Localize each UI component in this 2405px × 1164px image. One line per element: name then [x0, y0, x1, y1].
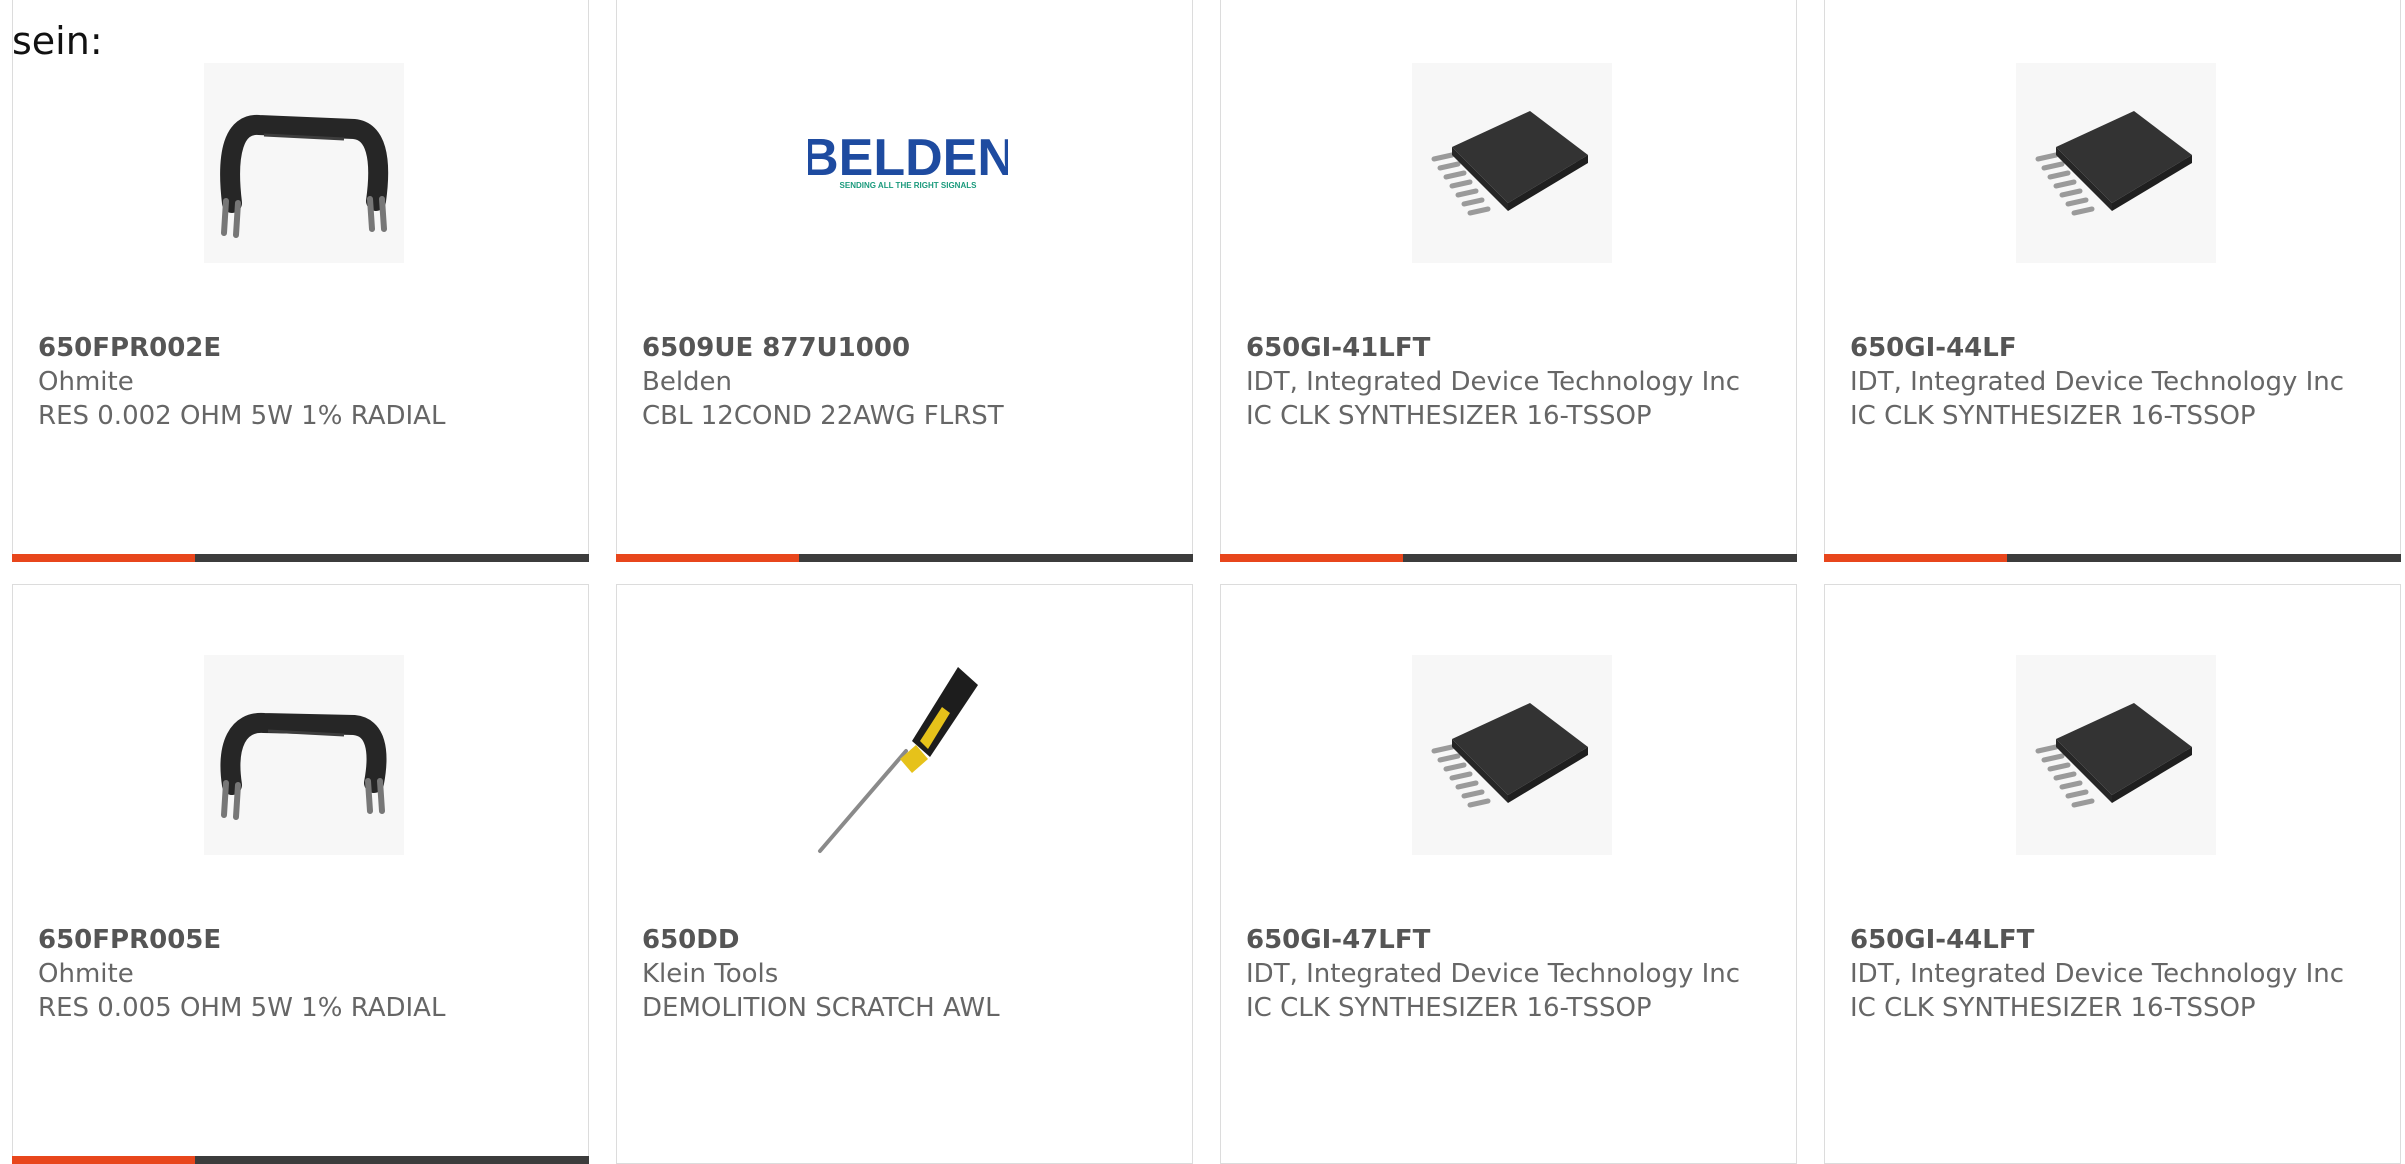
card-footer-accent [1220, 554, 1403, 562]
product-image-resistor[interactable] [204, 655, 404, 855]
product-info: 650GI-47LFT IDT, Integrated Device Techn… [1246, 923, 1786, 1025]
manufacturer: IDT, Integrated Device Technology Inc [1246, 959, 1741, 989]
product-info: 650DD Klein Tools DEMOLITION SCRATCH AWL [642, 923, 1182, 1025]
manufacturer: IDT, Integrated Device Technology Inc [1246, 367, 1741, 397]
description: CBL 12COND 22AWG FLRST [642, 401, 1004, 431]
card-footer-accent [1824, 554, 2007, 562]
description: RES 0.005 OHM 5W 1% RADIAL [38, 993, 446, 1023]
card-footer-bar [12, 554, 589, 562]
card-footer-accent [12, 1156, 195, 1164]
manufacturer: Klein Tools [642, 959, 779, 989]
manufacturer: IDT, Integrated Device Technology Inc [1850, 959, 2345, 989]
product-info: 650GI-44LFT IDT, Integrated Device Techn… [1850, 923, 2390, 1025]
product-card[interactable]: BELDEN SENDING ALL THE RIGHT SIGNALS 650… [616, 0, 1193, 562]
product-card[interactable]: 650DD Klein Tools DEMOLITION SCRATCH AWL [616, 584, 1193, 1164]
product-card[interactable]: 650GI-47LFT IDT, Integrated Device Techn… [1220, 584, 1797, 1164]
product-image-ic-chip[interactable] [2016, 63, 2216, 263]
part-number[interactable]: 650GI-41LFT [1246, 331, 1786, 365]
description: IC CLK SYNTHESIZER 16-TSSOP [1850, 401, 2256, 431]
product-info: 650FPR005E Ohmite RES 0.005 OHM 5W 1% RA… [38, 923, 578, 1025]
card-footer-bar [1824, 554, 2401, 562]
intro-text: sein: [12, 19, 103, 63]
product-image-scratch-awl[interactable] [808, 655, 1008, 855]
manufacturer: Ohmite [38, 367, 134, 397]
product-info: 650GI-44LF IDT, Integrated Device Techno… [1850, 331, 2390, 433]
product-info: 650FPR002E Ohmite RES 0.002 OHM 5W 1% RA… [38, 331, 578, 433]
product-image-ic-chip[interactable] [1412, 63, 1612, 263]
part-number[interactable]: 650GI-44LFT [1850, 923, 2390, 957]
description: IC CLK SYNTHESIZER 16-TSSOP [1246, 993, 1652, 1023]
card-footer-bar [616, 554, 1193, 562]
description: IC CLK SYNTHESIZER 16-TSSOP [1246, 401, 1652, 431]
product-card[interactable]: 650GI-44LF IDT, Integrated Device Techno… [1824, 0, 2401, 562]
product-card[interactable]: 650GI-44LFT IDT, Integrated Device Techn… [1824, 584, 2401, 1164]
part-number[interactable]: 650GI-44LF [1850, 331, 2390, 365]
product-card[interactable]: 650GI-41LFT IDT, Integrated Device Techn… [1220, 0, 1797, 562]
product-image-belden-logo[interactable]: BELDEN SENDING ALL THE RIGHT SIGNALS [808, 63, 1008, 263]
belden-logo-tagline: SENDING ALL THE RIGHT SIGNALS [840, 181, 978, 190]
manufacturer: Belden [642, 367, 733, 397]
card-footer-bar [1220, 554, 1797, 562]
part-number[interactable]: 650FPR005E [38, 923, 578, 957]
product-image-ic-chip[interactable] [1412, 655, 1612, 855]
product-card[interactable]: 650FPR002E Ohmite RES 0.002 OHM 5W 1% RA… [12, 0, 589, 562]
description: DEMOLITION SCRATCH AWL [642, 993, 1000, 1023]
description: IC CLK SYNTHESIZER 16-TSSOP [1850, 993, 2256, 1023]
product-info: 6509UE 877U1000 Belden CBL 12COND 22AWG … [642, 331, 1182, 433]
manufacturer: IDT, Integrated Device Technology Inc [1850, 367, 2345, 397]
product-info: 650GI-41LFT IDT, Integrated Device Techn… [1246, 331, 1786, 433]
description: RES 0.002 OHM 5W 1% RADIAL [38, 401, 446, 431]
product-image-resistor[interactable] [204, 63, 404, 263]
part-number[interactable]: 6509UE 877U1000 [642, 331, 1182, 365]
card-footer-accent [616, 554, 799, 562]
card-footer-bar [12, 1156, 589, 1164]
belden-logo-text: BELDEN [808, 129, 1008, 187]
part-number[interactable]: 650DD [642, 923, 1182, 957]
product-image-ic-chip[interactable] [2016, 655, 2216, 855]
manufacturer: Ohmite [38, 959, 134, 989]
part-number[interactable]: 650GI-47LFT [1246, 923, 1786, 957]
part-number[interactable]: 650FPR002E [38, 331, 578, 365]
product-card[interactable]: 650FPR005E Ohmite RES 0.005 OHM 5W 1% RA… [12, 584, 589, 1164]
card-footer-accent [12, 554, 195, 562]
